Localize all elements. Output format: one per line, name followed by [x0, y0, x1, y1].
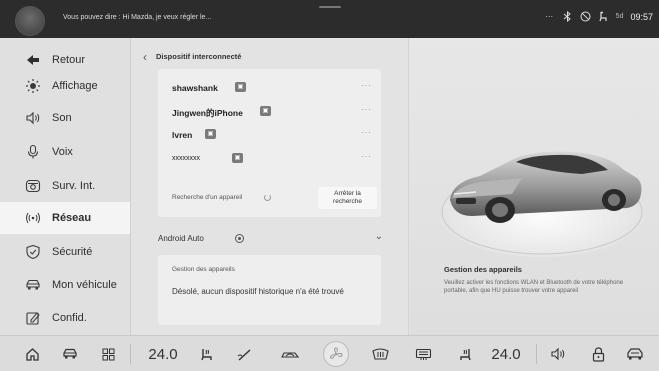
seat-icon [598, 11, 609, 22]
shield-icon [26, 244, 40, 260]
more-options-icon[interactable]: ··· [361, 105, 372, 114]
brightness-icon [26, 79, 40, 93]
voice-hint-text: Vous pouvez dire : Hi Mazda, je veux rég… [63, 14, 212, 21]
wiper-icon[interactable] [234, 336, 256, 371]
apps-grid-icon[interactable] [98, 336, 118, 371]
panel-divider [408, 38, 409, 335]
phone-icon: ▣ [260, 106, 271, 116]
front-defrost-icon[interactable] [370, 336, 390, 371]
speaker-icon [26, 111, 40, 125]
sidebar-item-label: Voix [52, 146, 73, 158]
seat-heat-left-icon[interactable] [197, 336, 217, 371]
no-sound-icon [580, 11, 591, 22]
device-row[interactable]: xxxxxxxx ▣ ··· [172, 152, 372, 168]
camera-icon [25, 179, 41, 193]
sidebar-item-confid[interactable]: Confid. [0, 302, 130, 334]
device-name: shawshank [172, 83, 218, 93]
interconnected-devices-panel: ‹ Dispositif interconnecté shawshank ▣ ·… [139, 38, 401, 335]
back-label: Retour [52, 54, 86, 66]
sidebar-item-son[interactable]: Son [0, 102, 130, 134]
rear-defrost-icon[interactable] [413, 336, 433, 371]
sidebar-item-mon-vehicule[interactable]: Mon véhicule [0, 269, 130, 301]
right-temperature[interactable]: 24.0 [489, 336, 523, 371]
status-icons: ··· 5d 09:57 [544, 10, 653, 23]
recirculation-icon[interactable] [278, 336, 302, 371]
device-row[interactable]: shawshank ▣ ··· [172, 81, 372, 97]
phone-icon: ▣ [205, 129, 216, 139]
sidebar-item-reseau[interactable]: Réseau [0, 202, 130, 234]
more-options-icon[interactable]: ··· [361, 152, 372, 161]
chevron-left-icon[interactable]: ‹ [143, 50, 147, 64]
wireless-icon [26, 212, 40, 224]
more-options-icon[interactable]: ··· [361, 128, 372, 137]
more-options-icon[interactable]: ··· [361, 81, 372, 90]
sidebar-item-affichage[interactable]: Affichage [0, 70, 130, 102]
panel-header: ‹ Dispositif interconnecté [139, 50, 401, 66]
device-management-info-panel: Gestion des appareils Veuillez activer l… [410, 38, 659, 335]
device-row[interactable]: Jingwen的iPhone ▣ ··· [172, 105, 372, 121]
seat-heat-right-icon[interactable] [455, 336, 475, 371]
android-auto-row[interactable]: Android Auto ⌄ [158, 231, 383, 247]
stop-search-button[interactable]: Arrêter la recherche [318, 187, 377, 209]
phone-icon: ▣ [232, 153, 243, 163]
sidebar-item-label: Confid. [52, 312, 87, 324]
sidebar-item-label: Réseau [52, 212, 92, 224]
dock-divider [536, 344, 537, 364]
device-management-description: Veuillez activer les fonctions WLAN et B… [444, 280, 624, 294]
device-name: Jingwen的iPhone [172, 108, 243, 118]
dock-divider [130, 344, 131, 364]
fan-icon[interactable] [321, 336, 351, 371]
search-device-label: Recherche d'un appareil [172, 194, 243, 201]
signal-icon: 5d [615, 13, 624, 20]
lock-icon[interactable] [588, 336, 608, 371]
sidebar-item-voix[interactable]: Voix [0, 136, 130, 168]
sidebar-item-label: Sécurité [52, 246, 93, 258]
loading-spinner-icon [264, 194, 271, 201]
bluetooth-icon [562, 10, 573, 23]
vehicle-icon [26, 279, 40, 290]
settings-sidebar: Retour Affichage Son Voix Surv. Int. Rés… [0, 38, 130, 335]
sidebar-item-label: Son [52, 112, 72, 124]
pull-down-handle[interactable] [319, 6, 341, 8]
device-history-card: Gestion des appareils Désolé, aucun disp… [158, 255, 381, 325]
microphone-icon [27, 144, 39, 159]
car-rear-icon[interactable] [624, 336, 646, 371]
volume-icon[interactable] [548, 336, 570, 371]
device-name: xxxxxxxx [172, 155, 200, 162]
device-name: lvren [172, 130, 193, 140]
left-temperature[interactable]: 24.0 [146, 336, 180, 371]
voice-assistant-avatar[interactable] [15, 6, 45, 36]
phone-icon: ▣ [235, 82, 246, 92]
device-list-card: shawshank ▣ ··· Jingwen的iPhone ▣ ··· lvr… [158, 69, 381, 217]
sidebar-divider [130, 38, 131, 335]
infotainment-screen: Vous pouvez dire : Hi Mazda, je veux rég… [0, 0, 659, 371]
back-arrow-icon [27, 55, 39, 65]
car-illustration [434, 151, 650, 257]
climate-dock: 24.0 24.0 [0, 335, 659, 371]
more-icon[interactable]: ··· [544, 11, 555, 22]
panel-title: Dispositif interconnecté [156, 52, 242, 61]
status-bar: Vous pouvez dire : Hi Mazda, je veux rég… [0, 0, 659, 38]
device-management-title: Gestion des appareils [444, 265, 522, 274]
sidebar-item-label: Affichage [52, 80, 98, 92]
privacy-icon [26, 312, 40, 325]
history-empty-message: Désolé, aucun dispositif historique n'a … [172, 287, 344, 296]
car-icon[interactable] [60, 336, 80, 371]
home-icon[interactable] [22, 336, 42, 371]
device-row[interactable]: lvren ▣ ··· [172, 128, 372, 144]
sidebar-item-surv-int[interactable]: Surv. Int. [0, 170, 130, 202]
android-auto-label: Android Auto [158, 234, 204, 243]
sidebar-item-securite[interactable]: Sécurité [0, 236, 130, 268]
history-title: Gestion des appareils [172, 266, 235, 273]
sidebar-item-label: Surv. Int. [52, 180, 96, 192]
clock: 09:57 [630, 11, 653, 22]
chevron-down-icon[interactable]: ⌄ [375, 231, 383, 242]
android-auto-radio[interactable] [235, 234, 244, 243]
sidebar-item-label: Mon véhicule [52, 279, 117, 291]
